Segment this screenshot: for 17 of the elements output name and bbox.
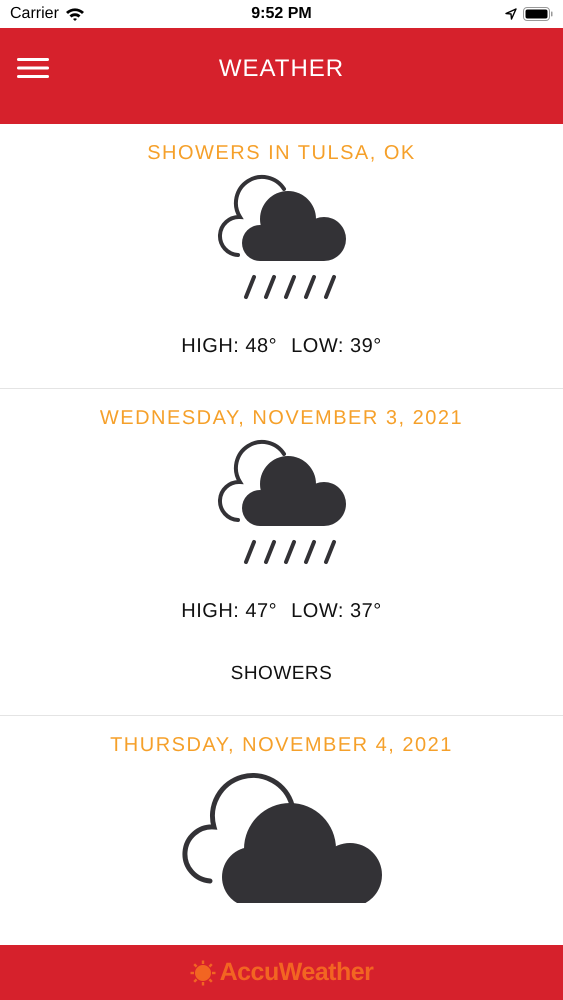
high-temperature: HIGH: 48° — [181, 335, 278, 358]
sun-icon — [190, 960, 216, 986]
condition-label: SHOWERS — [230, 663, 332, 685]
high-temperature: HIGH: 47° — [181, 600, 278, 623]
carrier-label: Carrier — [10, 5, 59, 23]
forecast-title: SHOWERS IN TULSA, OK — [147, 142, 416, 165]
low-temperature: LOW: 37° — [291, 600, 382, 623]
brand-logo: AccuWeather — [220, 958, 374, 987]
low-temperature: LOW: 39° — [291, 335, 382, 358]
location-arrow-icon — [505, 8, 517, 20]
forecast-title: WEDNESDAY, NOVEMBER 3, 2021 — [100, 407, 464, 430]
battery-icon — [523, 7, 553, 21]
status-time: 9:52 PM — [251, 5, 312, 23]
header-title: WEATHER — [218, 55, 344, 83]
forecast-title: THURSDAY, NOVEMBER 4, 2021 — [110, 734, 453, 757]
wifi-icon — [64, 7, 85, 21]
menu-icon[interactable] — [17, 58, 49, 78]
